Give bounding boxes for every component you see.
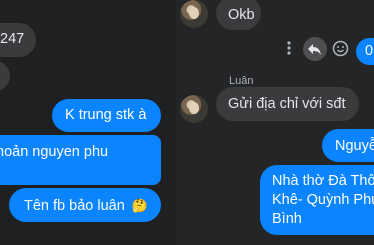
message-bubble-received[interactable] [0,61,10,91]
avatar[interactable] [180,0,208,28]
message-text: K trung stk à [65,107,147,123]
message-text-line: Bình [272,211,302,227]
left-chat-panel: 247 K trung stk à hoản nguyen phu Tên fb… [0,0,176,245]
message-text: Okb [228,7,255,23]
message-text: 0 [365,43,374,59]
message-bubble-sent[interactable]: Nhà thờ Đà Thô Khê- Quỳnh Phu Bình [260,165,374,235]
message-text: 247 [0,31,25,47]
message-text: Tên fb bảo luân [24,198,125,214]
message-bubble-received[interactable]: Gửi địa chỉ với sđt [216,87,359,121]
message-bubble-sent[interactable]: K trung stk à [52,99,161,132]
message-text-line: Khê- Quỳnh Phu [272,192,374,208]
thinking-emoji: 🤔 [131,198,148,213]
message-bubble-sent[interactable]: 0 [356,38,374,65]
message-text: Gửi địa chỉ với sđt [228,96,346,112]
message-bubble-received[interactable]: Okb [216,0,261,30]
message-bubble-received[interactable]: 247 [0,23,36,57]
message-bubble-sent[interactable]: hoản nguyen phu [0,135,161,185]
message-text-line: Nhà thờ Đà Thô [272,173,374,189]
reply-icon[interactable] [303,37,327,61]
more-icon[interactable] [287,41,291,55]
avatar[interactable] [180,95,208,123]
message-bubble-sent[interactable]: Nguyễ [322,129,374,162]
sender-name: Luân [229,75,254,87]
message-text: hoản nguyen phu [0,144,109,160]
message-bubble-sent[interactable]: Tên fb bảo luân 🤔 [9,188,161,222]
right-chat-panel: Okb 0 Luân Gửi địa chỉ với sđt Nguyễ Nhà… [176,0,374,245]
emoji-icon[interactable] [332,40,349,57]
message-text: Nguyễ [335,138,374,154]
